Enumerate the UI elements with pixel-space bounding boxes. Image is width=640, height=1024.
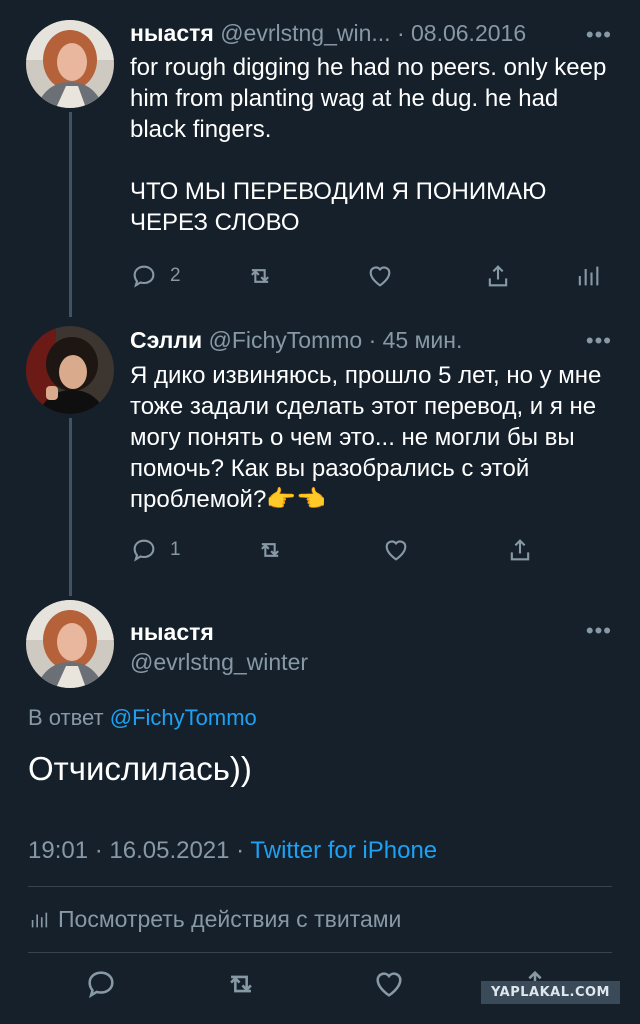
source-link[interactable]: Twitter for iPhone <box>250 837 437 864</box>
more-options-icon[interactable]: ••• <box>586 24 612 46</box>
author-name[interactable]: Сэлли <box>130 327 202 353</box>
heart-icon <box>385 540 407 561</box>
tweet-header: ныастя @evrlstng_win... · 08.06.2016 <box>130 19 526 47</box>
like-button[interactable] <box>382 530 410 570</box>
analytics-icon <box>578 266 599 286</box>
reply-icon <box>133 265 155 288</box>
more-options-icon[interactable]: ••• <box>586 330 612 352</box>
reply-count: 2 <box>170 265 181 286</box>
avatar[interactable] <box>26 600 114 688</box>
tweet-date[interactable]: · 45 мин. <box>369 327 463 353</box>
author-name[interactable]: ныастя <box>130 20 214 46</box>
retweet-button[interactable] <box>256 530 284 570</box>
view-activity-button[interactable]: Посмотреть действия с твитами <box>28 906 401 933</box>
analytics-button[interactable] <box>574 256 602 296</box>
heart-icon <box>376 972 402 997</box>
mention-link[interactable]: @FichyTommo <box>110 705 257 730</box>
tweet-actions: 1 <box>130 530 550 570</box>
thread-line <box>69 418 72 596</box>
tweet-thread-screen: ныастя @evrlstng_win... · 08.06.2016 •••… <box>0 0 640 1024</box>
reply-context: В ответ @FichyTommo <box>28 705 257 731</box>
tweet-header: Сэлли @FichyTommo · 45 мин. <box>130 326 462 354</box>
reply-icon <box>133 539 155 562</box>
avatar[interactable] <box>26 326 114 414</box>
reply-button[interactable] <box>84 964 118 1004</box>
author-handle[interactable]: @evrlstng_win... <box>220 20 390 46</box>
retweet-button[interactable] <box>246 256 274 296</box>
view-activity-label: Посмотреть действия с твитами <box>58 906 402 932</box>
tweet-text: Я дико извиняюсь, прошло 5 лет, но у мне… <box>130 362 602 513</box>
divider <box>28 952 612 953</box>
author-name[interactable]: ныастя <box>130 618 214 646</box>
tweet-text: Отчислилась)) <box>28 750 252 787</box>
like-button[interactable] <box>372 964 406 1004</box>
avatar[interactable] <box>26 20 114 108</box>
like-button[interactable] <box>366 256 394 296</box>
reply-prefix: В ответ <box>28 705 104 730</box>
reply-icon <box>88 971 114 999</box>
share-button[interactable] <box>484 256 512 296</box>
thread-line <box>69 112 72 317</box>
share-icon <box>510 539 530 561</box>
author-handle[interactable]: @FichyTommo <box>209 327 363 353</box>
retweet-button[interactable] <box>224 964 258 1004</box>
reply-button[interactable]: 2 <box>130 256 181 296</box>
share-button[interactable] <box>506 530 534 570</box>
more-options-icon[interactable]: ••• <box>586 620 612 642</box>
divider <box>28 886 612 887</box>
reply-count: 1 <box>170 539 181 560</box>
tweet-date[interactable]: · 08.06.2016 <box>397 20 526 46</box>
retweet-icon <box>251 269 269 283</box>
author-handle[interactable]: @evrlstng_winter <box>130 648 308 676</box>
retweet-icon <box>261 543 279 557</box>
heart-icon <box>369 266 391 287</box>
analytics-icon <box>31 912 48 927</box>
tweet-timestamp: 19:01 · 16.05.2021 · <box>28 837 245 864</box>
retweet-icon <box>230 975 252 993</box>
share-icon <box>488 265 508 287</box>
watermark-logo: YAPLAKAL.COM <box>481 981 620 1004</box>
reply-button[interactable]: 1 <box>130 530 181 570</box>
tweet-actions: 2 <box>130 256 610 296</box>
tweet-text: for rough digging he had no peers. only … <box>130 54 607 236</box>
tweet-meta: 19:01 · 16.05.2021 · Twitter for iPhone <box>28 837 437 865</box>
